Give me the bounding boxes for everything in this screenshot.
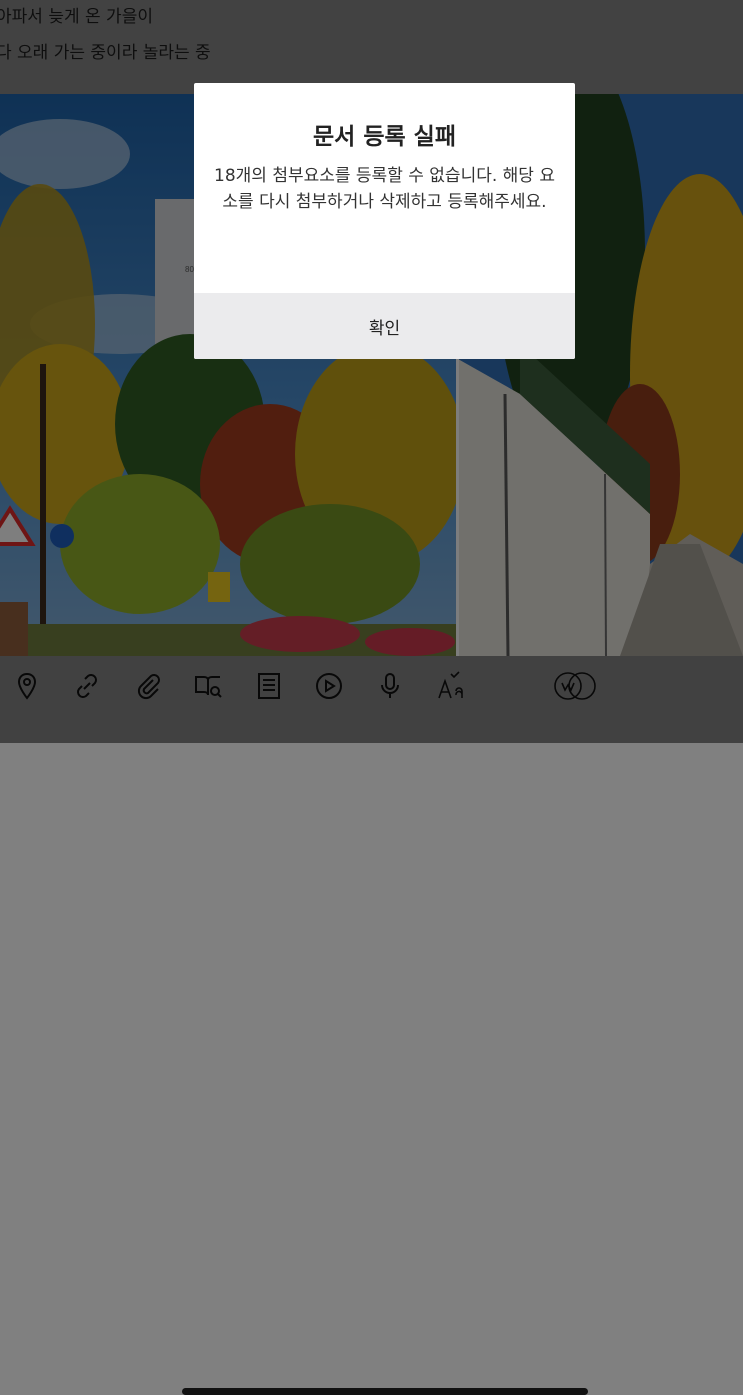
dialog-message: 18개의 첨부요소를 등록할 수 없습니다. 해당 요소를 다시 첨부하거나 삭… <box>214 166 555 212</box>
error-dialog: 문서 등록 실패 18개의 첨부요소를 등록할 수 없습니다. 해당 요소를 다… <box>194 83 575 359</box>
confirm-button[interactable]: 확인 <box>194 293 575 359</box>
dialog-title: 문서 등록 실패 <box>313 124 456 150</box>
home-indicator[interactable] <box>182 1388 588 1395</box>
